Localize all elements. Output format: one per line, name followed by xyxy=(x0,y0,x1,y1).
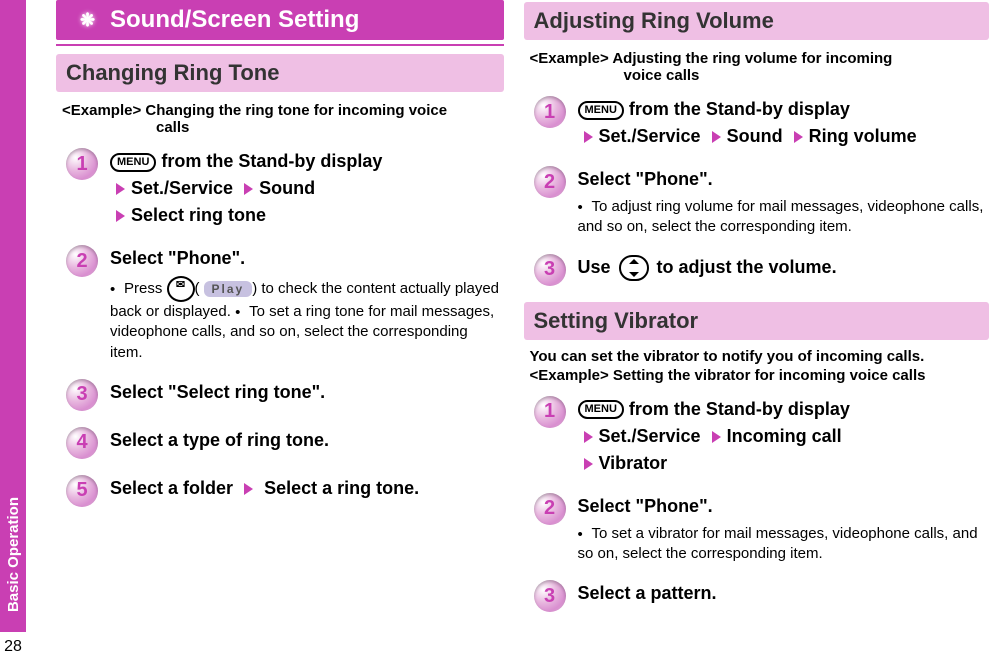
example-vibrator: <Example> Setting the vibrator for incom… xyxy=(530,367,984,384)
vol-note: To adjust ring volume for mail messages,… xyxy=(578,198,984,235)
path-incoming-call: Incoming call xyxy=(727,426,842,446)
right-column: Adjusting Ring Volume <Example> Adjustin… xyxy=(514,0,1001,662)
vib-step2-note: To set a vibrator for mail messages, vid… xyxy=(578,524,990,565)
step-content: Select a folder Select a ring tone. xyxy=(110,475,504,502)
note1-pre: Press xyxy=(124,280,167,297)
menu-key-icon: MENU xyxy=(110,153,156,172)
banner-sound-screen: ❋ Sound/Screen Setting xyxy=(56,0,504,40)
path-set-service: Set./Service xyxy=(131,178,233,198)
path-vibrator: Vibrator xyxy=(599,453,668,473)
arrow-icon xyxy=(584,458,593,470)
example-text: Changing the ring tone for incoming voic… xyxy=(145,102,447,119)
section-ring-volume: Adjusting Ring Volume xyxy=(524,2,990,40)
step-badge-1: 1 xyxy=(534,396,566,428)
side-label: Basic Operation xyxy=(5,477,22,632)
path-sound: Sound xyxy=(727,126,783,146)
step-4-ringtone: 4 Select a type of ring tone. xyxy=(66,427,504,459)
arrow-icon xyxy=(584,131,593,143)
step3-title: Select "Select ring tone". xyxy=(110,379,504,406)
arrow-icon xyxy=(116,210,125,222)
path-set-service: Set./Service xyxy=(599,126,701,146)
vol-step2-title: Select "Phone". xyxy=(578,169,713,189)
step-3-ringtone: 3 Select "Select ring tone". xyxy=(66,379,504,411)
step-badge-2: 2 xyxy=(534,493,566,525)
step-content: MENU from the Stand-by display Set./Serv… xyxy=(110,148,504,229)
mail-key-icon: ✉ xyxy=(167,276,195,302)
banner-underline xyxy=(56,44,504,46)
example-text-cont: voice calls xyxy=(624,67,984,84)
step-2-ringtone: 2 Select "Phone". Press ✉(Play) to check… xyxy=(66,245,504,363)
arrow-icon xyxy=(794,131,803,143)
step-content: Select "Phone". To adjust ring volume fo… xyxy=(578,166,990,238)
step-badge-3: 3 xyxy=(534,580,566,612)
arrow-icon xyxy=(244,183,253,195)
step-content: MENU from the Stand-by display Set./Serv… xyxy=(578,96,990,150)
vib-note: To set a vibrator for mail messages, vid… xyxy=(578,525,978,562)
step-badge-2: 2 xyxy=(534,166,566,198)
example-text: Adjusting the ring volume for incoming xyxy=(612,50,892,67)
step-badge-3: 3 xyxy=(66,379,98,411)
step-badge-2: 2 xyxy=(66,245,98,277)
arrow-icon xyxy=(584,431,593,443)
vol-step3-post: to adjust the volume. xyxy=(657,257,837,277)
vol-step3-pre: Use xyxy=(578,257,616,277)
example-text-cont: calls xyxy=(156,119,498,136)
step4-title: Select a type of ring tone. xyxy=(110,427,504,454)
path-sound: Sound xyxy=(259,178,315,198)
path-ring-volume: Ring volume xyxy=(809,126,917,146)
arrow-icon xyxy=(712,131,721,143)
step-badge-5: 5 xyxy=(66,475,98,507)
arrow-icon xyxy=(244,483,253,495)
path-select-ring-tone: Select ring tone xyxy=(131,205,266,225)
step-content: MENU from the Stand-by display Set./Serv… xyxy=(578,396,990,477)
vib-step1-line1: from the Stand-by display xyxy=(629,399,850,419)
vib-step3-title: Select a pattern. xyxy=(578,580,990,607)
step2-title: Select "Phone". xyxy=(110,248,245,268)
example-label: <Example> xyxy=(530,50,609,67)
step-3-volume: 3 Use to adjust the volume. xyxy=(534,254,990,286)
path-set-service: Set./Service xyxy=(599,426,701,446)
page-body: ❋ Sound/Screen Setting Changing Ring Ton… xyxy=(26,0,1001,662)
section-vibrator: Setting Vibrator xyxy=(524,302,990,340)
play-button-icon: Play xyxy=(204,281,253,297)
banner-flower-icon: ❋ xyxy=(80,10,95,31)
step-1-ringtone: 1 MENU from the Stand-by display Set./Se… xyxy=(66,148,504,229)
step-badge-4: 4 xyxy=(66,427,98,459)
arrow-icon xyxy=(116,183,125,195)
step5-b: Select a ring tone. xyxy=(264,478,419,498)
example-label: <Example> xyxy=(62,102,141,119)
menu-key-icon: MENU xyxy=(578,101,624,120)
step-5-ringtone: 5 Select a folder Select a ring tone. xyxy=(66,475,504,507)
step-badge-3: 3 xyxy=(534,254,566,286)
step1-line1: from the Stand-by display xyxy=(161,151,382,171)
vol-step1-line1: from the Stand-by display xyxy=(629,99,850,119)
menu-key-icon: MENU xyxy=(578,400,624,419)
step-1-vibrator: 1 MENU from the Stand-by display Set./Se… xyxy=(534,396,990,477)
vib-step2-title: Select "Phone". xyxy=(578,496,713,516)
step-1-volume: 1 MENU from the Stand-by display Set./Se… xyxy=(534,96,990,150)
vol-step2-note: To adjust ring volume for mail messages,… xyxy=(578,197,990,238)
step-content: Select "Phone". Press ✉(Play) to check t… xyxy=(110,245,504,363)
sidebar: Basic Operation 28 xyxy=(0,0,26,662)
section-changing-ring-tone: Changing Ring Tone xyxy=(56,54,504,92)
step2-notes: Press ✉(Play) to check the content actua… xyxy=(110,276,504,363)
step-2-vibrator: 2 Select "Phone". To set a vibrator for … xyxy=(534,493,990,565)
step-badge-1: 1 xyxy=(66,148,98,180)
example-label: <Example> xyxy=(530,367,609,384)
step5-a: Select a folder xyxy=(110,478,233,498)
step-badge-1: 1 xyxy=(534,96,566,128)
example-ring-tone: <Example> Changing the ring tone for inc… xyxy=(62,102,498,136)
arrow-icon xyxy=(712,431,721,443)
step-content: Use to adjust the volume. xyxy=(578,254,990,281)
banner-title: Sound/Screen Setting xyxy=(110,6,359,33)
step-3-vibrator: 3 Select a pattern. xyxy=(534,580,990,612)
left-column: ❋ Sound/Screen Setting Changing Ring Ton… xyxy=(26,0,514,662)
step-2-volume: 2 Select "Phone". To adjust ring volume … xyxy=(534,166,990,238)
example-ring-volume: <Example> Adjusting the ring volume for … xyxy=(530,50,984,84)
step-content: Select "Phone". To set a vibrator for ma… xyxy=(578,493,990,565)
dpad-up-down-icon xyxy=(619,255,649,281)
vibrator-lead: You can set the vibrator to notify you o… xyxy=(530,348,984,365)
example-text: Setting the vibrator for incoming voice … xyxy=(613,367,926,384)
page-number: 28 xyxy=(0,632,26,662)
